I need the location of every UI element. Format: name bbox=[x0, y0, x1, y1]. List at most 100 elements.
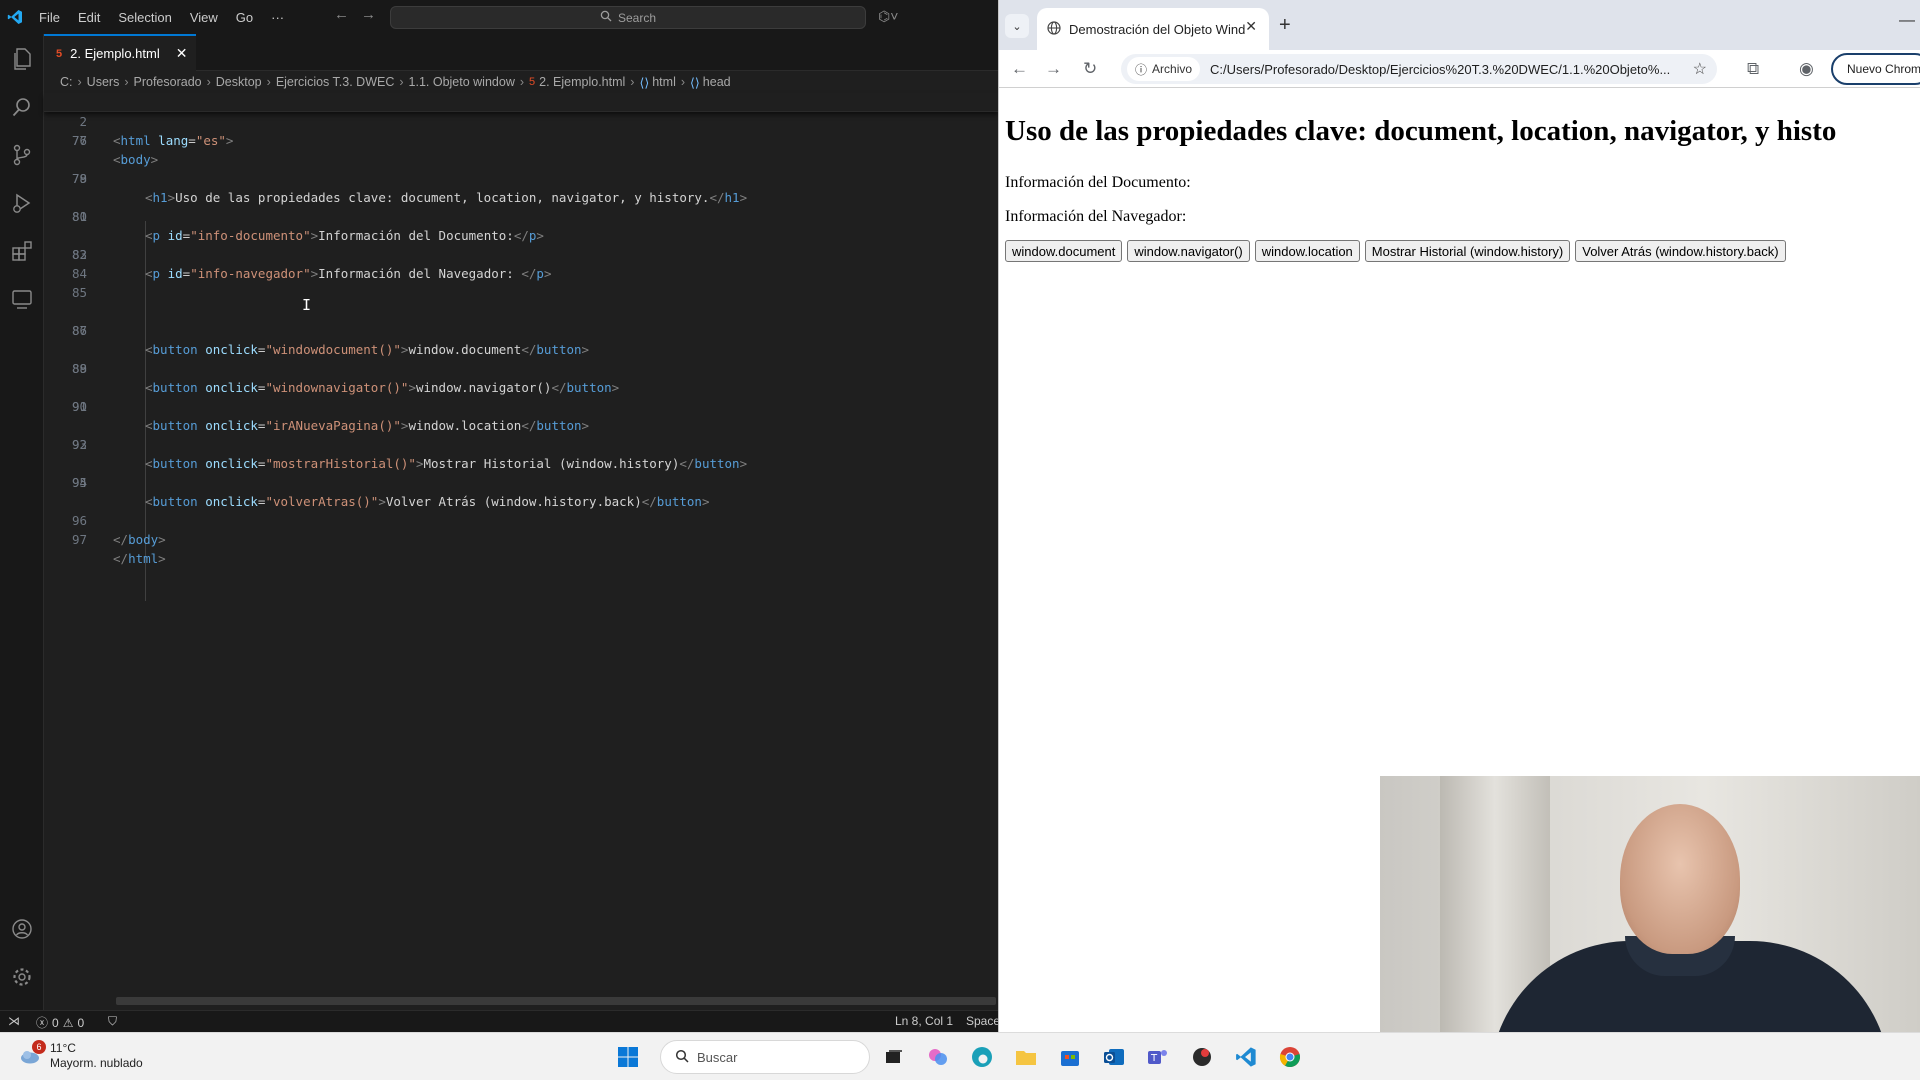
task-view-icon[interactable] bbox=[880, 1043, 908, 1071]
profile-icon[interactable]: ◉ bbox=[1799, 59, 1814, 79]
line-number: 77 bbox=[71, 133, 87, 148]
extensions-puzzle-icon[interactable]: ⧉ bbox=[1747, 59, 1759, 79]
problems-indicator[interactable]: ⓧ 0 ⚠ 0 bbox=[36, 1014, 84, 1031]
chevron-right-icon: › bbox=[124, 75, 129, 89]
weather-widget[interactable]: 6 11°C Mayorm. nublado bbox=[18, 1040, 143, 1071]
nav-arrows: ←→ bbox=[334, 6, 388, 23]
search-placeholder: Search bbox=[617, 10, 657, 25]
reload-icon[interactable]: ↻ bbox=[1083, 59, 1097, 79]
chrome-taskbar-icon[interactable] bbox=[1276, 1043, 1304, 1071]
taskbar-search[interactable]: Buscar bbox=[660, 1040, 870, 1074]
editor-tabs: 5 2. Ejemplo.html ✕ bbox=[44, 34, 998, 71]
sticky-scroll-line[interactable]: 2 <html lang="es"> bbox=[44, 93, 998, 148]
copilot-chat-icon[interactable]: ⌬˅ bbox=[878, 8, 898, 25]
line-number: 87 bbox=[71, 323, 87, 338]
symbol-element-icon: ⟨⟩ bbox=[690, 75, 700, 90]
run-debug-icon[interactable] bbox=[9, 190, 35, 216]
outlook-icon[interactable] bbox=[1100, 1043, 1128, 1071]
url-text[interactable]: C:/Users/Profesorado/Desktop/Ejercicios%… bbox=[1210, 62, 1690, 77]
omnibox[interactable]: ⓘ Archivo C:/Users/Profesorado/Desktop/E… bbox=[1121, 54, 1717, 84]
menu-view[interactable]: View bbox=[190, 10, 218, 25]
microsoft-store-icon[interactable] bbox=[1056, 1043, 1084, 1071]
windows-start-icon[interactable] bbox=[614, 1043, 642, 1071]
breadcrumb-desktop[interactable]: Desktop bbox=[216, 75, 262, 89]
code-line: 77 bbox=[44, 131, 998, 150]
chevron-right-icon: › bbox=[206, 75, 211, 89]
breadcrumb-file[interactable]: 2. Ejemplo.html bbox=[539, 75, 625, 89]
forward-arrow-icon[interactable]: → bbox=[1045, 59, 1062, 79]
vscode-logo-icon bbox=[0, 9, 30, 25]
breadcrumb-drive[interactable]: C: bbox=[60, 75, 73, 89]
breadcrumb-objeto-window[interactable]: 1.1. Objeto window bbox=[409, 75, 515, 89]
tab-search-chevron-down-icon[interactable]: ⌄ bbox=[1005, 14, 1029, 38]
mouse-ibeam-cursor-icon: I bbox=[302, 296, 312, 314]
code-line: 78 <h1>Uso de las propiedades clave: doc… bbox=[44, 150, 998, 205]
error-icon: ⓧ bbox=[36, 1016, 49, 1030]
close-tab-icon[interactable]: ✕ bbox=[1245, 18, 1257, 35]
menu-selection[interactable]: Selection bbox=[118, 10, 171, 25]
settings-gear-icon[interactable] bbox=[9, 964, 35, 990]
back-arrow-icon[interactable]: ← bbox=[1011, 59, 1028, 79]
port-forward-icon[interactable]: ⛉ bbox=[108, 1014, 117, 1029]
code-token: html bbox=[128, 551, 159, 566]
line-number: 79 bbox=[71, 171, 87, 186]
line-number: 95 bbox=[71, 475, 87, 490]
code-line: 84 bbox=[44, 264, 998, 283]
line-number: 84 bbox=[71, 266, 87, 281]
chevron-right-icon: › bbox=[77, 75, 82, 89]
tab-ejemplo-html[interactable]: 5 2. Ejemplo.html ✕ bbox=[44, 34, 196, 71]
cloud-icon: 6 bbox=[18, 1040, 46, 1068]
breadcrumb-head[interactable]: head bbox=[703, 75, 731, 89]
source-control-icon[interactable] bbox=[9, 142, 35, 168]
line-number: 97 bbox=[71, 532, 87, 547]
weather-badge: 6 bbox=[32, 1040, 46, 1054]
code-line: 82 <p id="info-navegador">Información de… bbox=[44, 226, 998, 281]
chrome-tab[interactable]: Demostración del Objeto Wind ✕ bbox=[1037, 8, 1269, 50]
code-line: 85 bbox=[44, 283, 998, 302]
warning-icon: ⚠ bbox=[62, 1015, 74, 1030]
minimize-icon[interactable]: — bbox=[1899, 12, 1915, 30]
search-icon bbox=[675, 1049, 689, 1066]
code-line: 80 <p id="info-documento">Información de… bbox=[44, 188, 998, 243]
back-arrow-icon[interactable]: ← bbox=[334, 6, 361, 23]
menu-go[interactable]: Go bbox=[236, 10, 253, 25]
search-icon bbox=[600, 10, 612, 25]
remote-explorer-icon[interactable] bbox=[9, 286, 35, 312]
teams-icon[interactable]: T bbox=[1144, 1043, 1172, 1071]
app-multicolor-icon[interactable] bbox=[1188, 1043, 1216, 1071]
horizontal-scrollbar[interactable] bbox=[116, 997, 996, 1005]
breadcrumb-users[interactable]: Users bbox=[87, 75, 120, 89]
explorer-icon[interactable] bbox=[9, 46, 35, 72]
code-editor[interactable]: 2 <html lang="es"> 76 <body> 77 78 <h1>U… bbox=[44, 93, 998, 1005]
mostrar-historial-button[interactable]: Mostrar Historial (window.history) bbox=[1364, 240, 1571, 262]
edge-browser-icon[interactable] bbox=[968, 1043, 996, 1071]
remote-indicator-icon[interactable]: ⋊ bbox=[8, 1014, 20, 1028]
search-icon[interactable] bbox=[9, 94, 35, 120]
account-icon[interactable] bbox=[9, 916, 35, 942]
menu-more[interactable]: ··· bbox=[271, 10, 284, 25]
bookmark-star-icon[interactable]: ☆ bbox=[1693, 59, 1707, 79]
breadcrumb-html[interactable]: html bbox=[652, 75, 676, 89]
command-center-search[interactable]: Search bbox=[390, 6, 866, 29]
volver-atras-button[interactable]: Volver Atrás (window.history.back) bbox=[1575, 240, 1786, 262]
extensions-icon[interactable] bbox=[9, 238, 35, 264]
window-location-button[interactable]: window.location bbox=[1254, 240, 1360, 262]
site-info-label: Archivo bbox=[1152, 62, 1193, 76]
weather-temp: 11°C bbox=[50, 1041, 76, 1055]
window-navigator-button[interactable]: window.navigator() bbox=[1127, 240, 1250, 262]
copilot-icon[interactable] bbox=[924, 1043, 952, 1071]
window-document-button[interactable]: window.document bbox=[1005, 240, 1123, 262]
site-info-chip[interactable]: ⓘ Archivo bbox=[1127, 57, 1201, 81]
menu-file[interactable]: File bbox=[39, 10, 60, 25]
close-icon[interactable]: ✕ bbox=[176, 45, 188, 62]
forward-arrow-icon[interactable]: → bbox=[361, 6, 388, 23]
cursor-position[interactable]: Ln 8, Col 1 bbox=[895, 1014, 953, 1028]
new-chrome-button[interactable]: Nuevo Chrom bbox=[1831, 53, 1920, 85]
code-line: 92 <button onclick="mostrarHistorial()">… bbox=[44, 416, 998, 471]
breadcrumb-profesorado[interactable]: Profesorado bbox=[134, 75, 202, 89]
breadcrumb-ejercicios[interactable]: Ejercicios T.3. DWEC bbox=[276, 75, 395, 89]
new-tab-plus-icon[interactable]: + bbox=[1279, 14, 1291, 37]
file-explorer-icon[interactable] bbox=[1012, 1043, 1040, 1071]
vscode-taskbar-icon[interactable] bbox=[1232, 1043, 1260, 1071]
menu-edit[interactable]: Edit bbox=[78, 10, 100, 25]
